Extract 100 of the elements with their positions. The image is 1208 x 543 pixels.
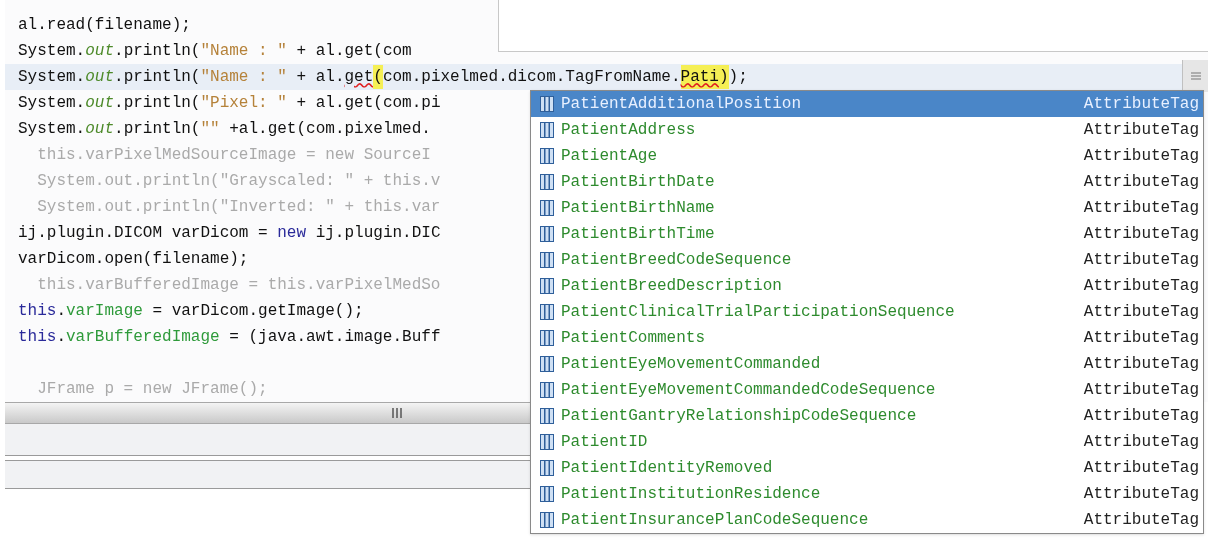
item-name: PatientEyeMovementCommandedCodeSequence xyxy=(561,380,937,401)
code-text: System. xyxy=(18,67,86,88)
code-text: = (java.awt.image.Buff xyxy=(228,327,441,348)
code-text: out xyxy=(85,93,115,114)
item-name: PatientIdentityRemoved xyxy=(561,458,774,479)
item-name: PatientID xyxy=(561,432,649,453)
completion-item[interactable]: PatientEyeMovementCommanded AttributeTag xyxy=(531,351,1203,377)
item-name: PatientEyeMovementCommanded xyxy=(561,354,822,375)
code-text: ij.plugin.DIC xyxy=(314,223,441,244)
completion-item[interactable]: PatientClinicalTrialParticipationSequence AttributeTag xyxy=(531,299,1203,325)
item-name: PatientBirthTime xyxy=(561,224,716,245)
completion-item[interactable]: PatientID AttributeTag xyxy=(531,429,1203,455)
completion-item[interactable]: PatientBirthDate AttributeTag xyxy=(531,169,1203,195)
item-type: AttributeTag xyxy=(1083,302,1199,323)
item-type: AttributeTag xyxy=(1083,354,1199,375)
item-name: PatientAge xyxy=(561,146,658,167)
code-text: . xyxy=(56,327,66,348)
item-type: AttributeTag xyxy=(1083,224,1199,245)
grip-icon xyxy=(1190,72,1201,80)
grip-icon xyxy=(392,408,402,418)
item-type: AttributeTag xyxy=(1083,406,1199,427)
item-name: PatientInstitutionResidence xyxy=(561,484,822,505)
column-icon xyxy=(539,251,555,269)
column-icon xyxy=(539,277,555,295)
column-icon xyxy=(539,329,555,347)
code-text: = varDicom.getImage(); xyxy=(151,301,364,322)
completion-item[interactable]: PatientComments AttributeTag xyxy=(531,325,1203,351)
code-text: varDicom.open(filename); xyxy=(18,249,249,270)
code-text: + al. xyxy=(295,67,345,88)
vertical-scrollbar[interactable] xyxy=(1182,60,1208,92)
completion-item[interactable]: PatientInsurancePlanCodeSequence AttributeTag xyxy=(531,507,1203,533)
completion-item[interactable]: PatientBreedDescription AttributeTag xyxy=(531,273,1203,299)
string-literal: "" xyxy=(200,119,220,140)
item-name: PatientComments xyxy=(561,328,707,349)
code-text: ); xyxy=(728,67,748,88)
code-text: . xyxy=(56,301,66,322)
keyword: this xyxy=(18,327,57,348)
code-text: .println( xyxy=(114,119,201,140)
code-text: out xyxy=(85,67,115,88)
code-text: System. xyxy=(18,119,86,140)
keyword: new xyxy=(277,223,307,244)
code-text: + al.get(com xyxy=(295,41,412,62)
code-text: out xyxy=(85,119,115,140)
column-icon xyxy=(539,459,555,477)
code-text: + al.get(com.pi xyxy=(295,93,441,114)
column-icon xyxy=(539,121,555,139)
item-type: AttributeTag xyxy=(1083,458,1199,479)
item-type: AttributeTag xyxy=(1083,172,1199,193)
item-type: AttributeTag xyxy=(1083,276,1199,297)
completion-item[interactable]: PatientIdentityRemoved AttributeTag xyxy=(531,455,1203,481)
string-literal: "Pixel: " xyxy=(200,93,287,114)
code-text: .println( xyxy=(114,93,201,114)
item-type: AttributeTag xyxy=(1083,120,1199,141)
code-text: al.read(filename); xyxy=(18,15,191,36)
column-icon xyxy=(539,199,555,217)
completion-item[interactable]: PatientAddress AttributeTag xyxy=(531,117,1203,143)
field-name: varBufferedImage xyxy=(66,327,220,348)
completion-item[interactable]: PatientBirthName AttributeTag xyxy=(531,195,1203,221)
error-text: Pati xyxy=(680,65,719,89)
comment-text: System.out.println("Inverted: " + this.var xyxy=(36,197,441,218)
item-name: PatientAddress xyxy=(561,120,697,141)
item-type: AttributeTag xyxy=(1083,484,1199,505)
item-type: AttributeTag xyxy=(1083,432,1199,453)
column-icon xyxy=(539,407,555,425)
code-text: com.pixelmed.dicom.TagFromName. xyxy=(382,67,681,88)
item-name: PatientBirthName xyxy=(561,198,716,219)
comment-text: this.varPixelMedSourceImage = new SourceI xyxy=(36,145,431,166)
column-icon xyxy=(539,147,555,165)
error-text: get xyxy=(344,67,374,88)
item-name: PatientGantryRelationshipCodeSequence xyxy=(561,406,918,427)
code-text: System. xyxy=(18,93,86,114)
completion-item[interactable]: PatientBreedCodeSequence AttributeTag xyxy=(531,247,1203,273)
bracket-match: ( xyxy=(373,65,383,89)
item-type: AttributeTag xyxy=(1083,250,1199,271)
item-name: PatientBreedDescription xyxy=(561,276,783,297)
item-type: AttributeTag xyxy=(1083,380,1199,401)
column-icon xyxy=(539,381,555,399)
code-text: System. xyxy=(18,41,86,62)
item-name: PatientClinicalTrialParticipationSequence xyxy=(561,302,956,323)
completion-item[interactable]: PatientBirthTime AttributeTag xyxy=(531,221,1203,247)
item-type: AttributeTag xyxy=(1083,328,1199,349)
column-icon xyxy=(539,511,555,529)
completion-item[interactable]: PatientAge AttributeTag xyxy=(531,143,1203,169)
comment-text: this.varBufferedImage = this.varPixelMedSo xyxy=(36,275,441,296)
completion-item[interactable]: PatientGantryRelationshipCodeSequence AttributeTag xyxy=(531,403,1203,429)
comment-text: System.out.println("Grayscaled: " + this.v xyxy=(36,171,441,192)
column-icon xyxy=(539,95,555,113)
item-type: AttributeTag xyxy=(1083,146,1199,167)
item-name: PatientInsurancePlanCodeSequence xyxy=(561,510,870,531)
item-name: PatientAdditionalPosition xyxy=(561,94,803,115)
code-text: .println( xyxy=(114,41,201,62)
item-type: AttributeTag xyxy=(1083,94,1199,115)
completion-item[interactable]: PatientInstitutionResidence AttributeTag xyxy=(531,481,1203,507)
column-icon xyxy=(539,225,555,243)
completion-item[interactable]: PatientEyeMovementCommandedCodeSequence AttributeTag xyxy=(531,377,1203,403)
comment-text: JFrame p = new JFrame(); xyxy=(36,379,268,400)
column-icon xyxy=(539,303,555,321)
column-icon xyxy=(539,355,555,373)
column-icon xyxy=(539,173,555,191)
string-literal: "Name : " xyxy=(200,41,287,62)
